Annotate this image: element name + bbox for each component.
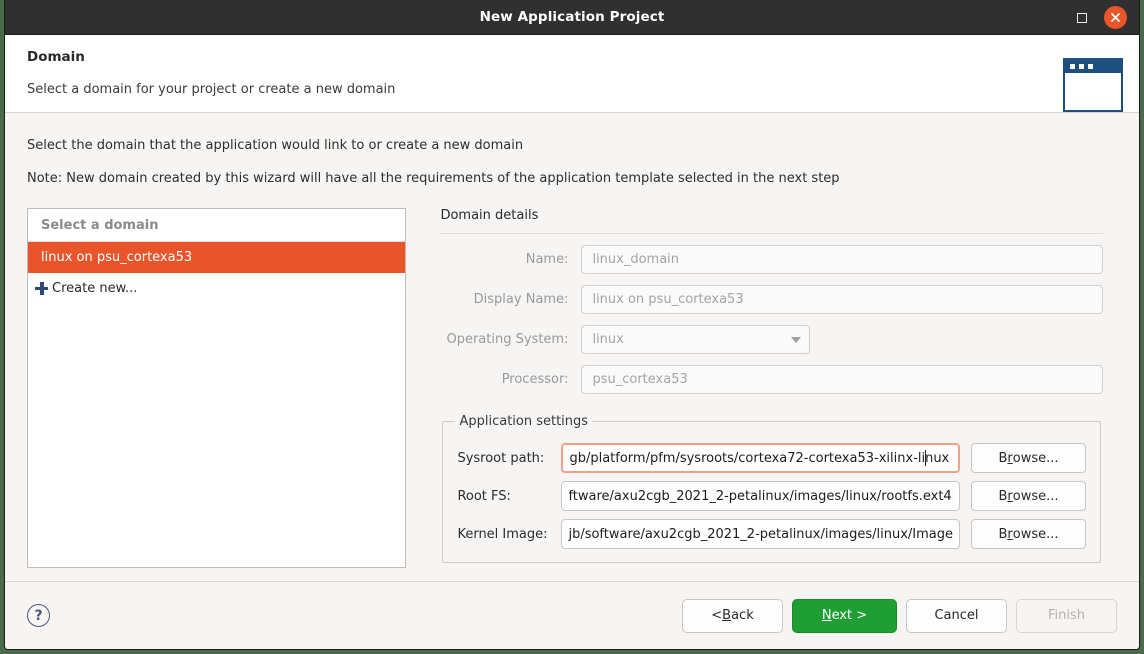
browse-label-post: owse... xyxy=(1012,488,1059,504)
close-icon[interactable] xyxy=(1104,6,1127,29)
page-subtitle: Select a domain for your project or crea… xyxy=(27,82,396,97)
list-item-create-new[interactable]: Create new... xyxy=(28,273,405,304)
browse-label-post: owse... xyxy=(1012,450,1059,466)
application-settings-group: Application settings Sysroot path: gb/pl… xyxy=(442,414,1101,563)
wizard-window-icon xyxy=(1063,58,1123,112)
field-row-display-name: Display Name: linux on psu_cortexa53 xyxy=(440,285,1103,314)
finish-label: Finish xyxy=(1047,608,1085,623)
wizard-window-glyph xyxy=(1063,58,1123,112)
field-row-processor: Processor: psu_cortexa53 xyxy=(440,365,1103,394)
wizard-window-glyph-bar xyxy=(1065,60,1121,73)
cancel-label: Cancel xyxy=(934,608,979,623)
back-label-pre: < xyxy=(711,608,723,623)
finish-button: Finish xyxy=(1016,598,1117,633)
section-divider xyxy=(440,233,1103,234)
dialog-body: Select the domain that the application w… xyxy=(5,113,1139,581)
intro-line-2: Note: New domain created by this wizard … xyxy=(27,171,840,186)
field-row-name: Name: linux_domain xyxy=(440,245,1103,274)
kernel-image-label: Kernel Image: xyxy=(457,526,548,542)
maximize-square xyxy=(1077,12,1087,23)
processor-field: psu_cortexa53 xyxy=(581,365,1103,394)
intro-line-1: Select the domain that the application w… xyxy=(27,138,524,153)
operating-system-value: linux xyxy=(592,332,624,347)
sysroot-path-label: Sysroot path: xyxy=(457,450,545,466)
domain-list[interactable]: Select a domain linux on psu_cortexa53 C… xyxy=(27,208,407,568)
sysroot-path-input[interactable]: gb/platform/pfm/sysroots/cortexa72-corte… xyxy=(561,443,960,473)
field-row-operating-system: Operating System: linux xyxy=(440,325,1103,354)
dialog-footer: ? < Back Next > Cancel Finish xyxy=(5,581,1139,649)
name-label: Name: xyxy=(525,252,569,267)
app-row-sysroot-path: Sysroot path: gb/platform/pfm/sysroots/c… xyxy=(457,443,1086,473)
sysroot-browse-button[interactable]: Br owse... xyxy=(971,443,1086,473)
window-title: New Application Project xyxy=(479,9,665,25)
display-name-field: linux on psu_cortexa53 xyxy=(581,285,1103,314)
root-fs-value: ftware/axu2cgb_2021_2-petalinux/images/l… xyxy=(568,488,952,504)
wizard-window-glyph-dot xyxy=(1088,64,1093,69)
next-button[interactable]: Next > xyxy=(792,598,897,633)
help-glyph: ? xyxy=(34,607,43,624)
app-row-kernel-image: Kernel Image: jb/software/axu2cgb_2021_2… xyxy=(457,519,1086,549)
plus-icon xyxy=(34,281,49,296)
list-item-label: linux on psu_cortexa53 xyxy=(41,250,193,265)
domain-details-title: Domain details xyxy=(440,208,539,223)
browse-label-pre: B xyxy=(998,526,1008,542)
next-label-post: ext > xyxy=(831,608,868,623)
browse-label-post: owse... xyxy=(1012,526,1059,542)
help-icon[interactable]: ? xyxy=(27,604,50,627)
sysroot-path-value-after-caret: nux xyxy=(925,450,950,466)
next-label-mnemonic: N xyxy=(821,608,832,623)
wizard-window-glyph-dot xyxy=(1070,64,1075,69)
operating-system-select[interactable]: linux xyxy=(581,325,811,354)
dialog-window: New Application Project Domain Select a … xyxy=(4,0,1140,650)
title-bar: New Application Project xyxy=(5,0,1139,35)
processor-label: Processor: xyxy=(501,372,569,387)
cancel-button[interactable]: Cancel xyxy=(906,598,1007,633)
name-field: linux_domain xyxy=(581,245,1103,274)
app-row-root-fs: Root FS: ftware/axu2cgb_2021_2-petalinux… xyxy=(457,481,1086,511)
content-columns: Select a domain linux on psu_cortexa53 C… xyxy=(27,208,1117,568)
footer-buttons: < Back Next > Cancel Finish xyxy=(682,598,1117,633)
wizard-window-glyph-dot xyxy=(1079,64,1084,69)
domain-list-header: Select a domain xyxy=(28,209,406,242)
domain-details-panel: Domain details Name: linux_domain Displa… xyxy=(440,208,1117,568)
wizard-header: Domain Select a domain for your project … xyxy=(5,35,1139,113)
application-settings-legend: Application settings xyxy=(459,414,589,429)
list-item-linux-on-psu-cortexa53[interactable]: linux on psu_cortexa53 xyxy=(28,242,406,273)
window-controls xyxy=(1071,0,1131,35)
browse-label-pre: B xyxy=(998,450,1008,466)
chevron-down-icon xyxy=(791,336,802,343)
sysroot-path-value-before-caret: gb/platform/pfm/sysroots/cortexa72-corte… xyxy=(569,450,926,466)
maximize-icon[interactable] xyxy=(1071,7,1093,29)
page-title: Domain xyxy=(27,49,85,65)
display-name-label: Display Name: xyxy=(473,292,569,307)
operating-system-label: Operating System: xyxy=(446,332,569,347)
back-button[interactable]: < Back xyxy=(682,598,783,633)
kernel-image-browse-button[interactable]: Br owse... xyxy=(971,519,1086,549)
kernel-image-input[interactable]: jb/software/axu2cgb_2021_2-petalinux/ima… xyxy=(561,519,960,549)
browse-label-pre: B xyxy=(998,488,1008,504)
root-fs-input[interactable]: ftware/axu2cgb_2021_2-petalinux/images/l… xyxy=(561,481,960,511)
kernel-image-value: jb/software/axu2cgb_2021_2-petalinux/ima… xyxy=(568,526,953,542)
back-label-post: ack xyxy=(731,608,754,623)
back-label-mnemonic: B xyxy=(722,608,732,623)
list-item-label: Create new... xyxy=(52,281,138,296)
close-glyph xyxy=(1111,13,1120,22)
root-fs-label: Root FS: xyxy=(457,488,511,504)
root-fs-browse-button[interactable]: Br owse... xyxy=(971,481,1086,511)
